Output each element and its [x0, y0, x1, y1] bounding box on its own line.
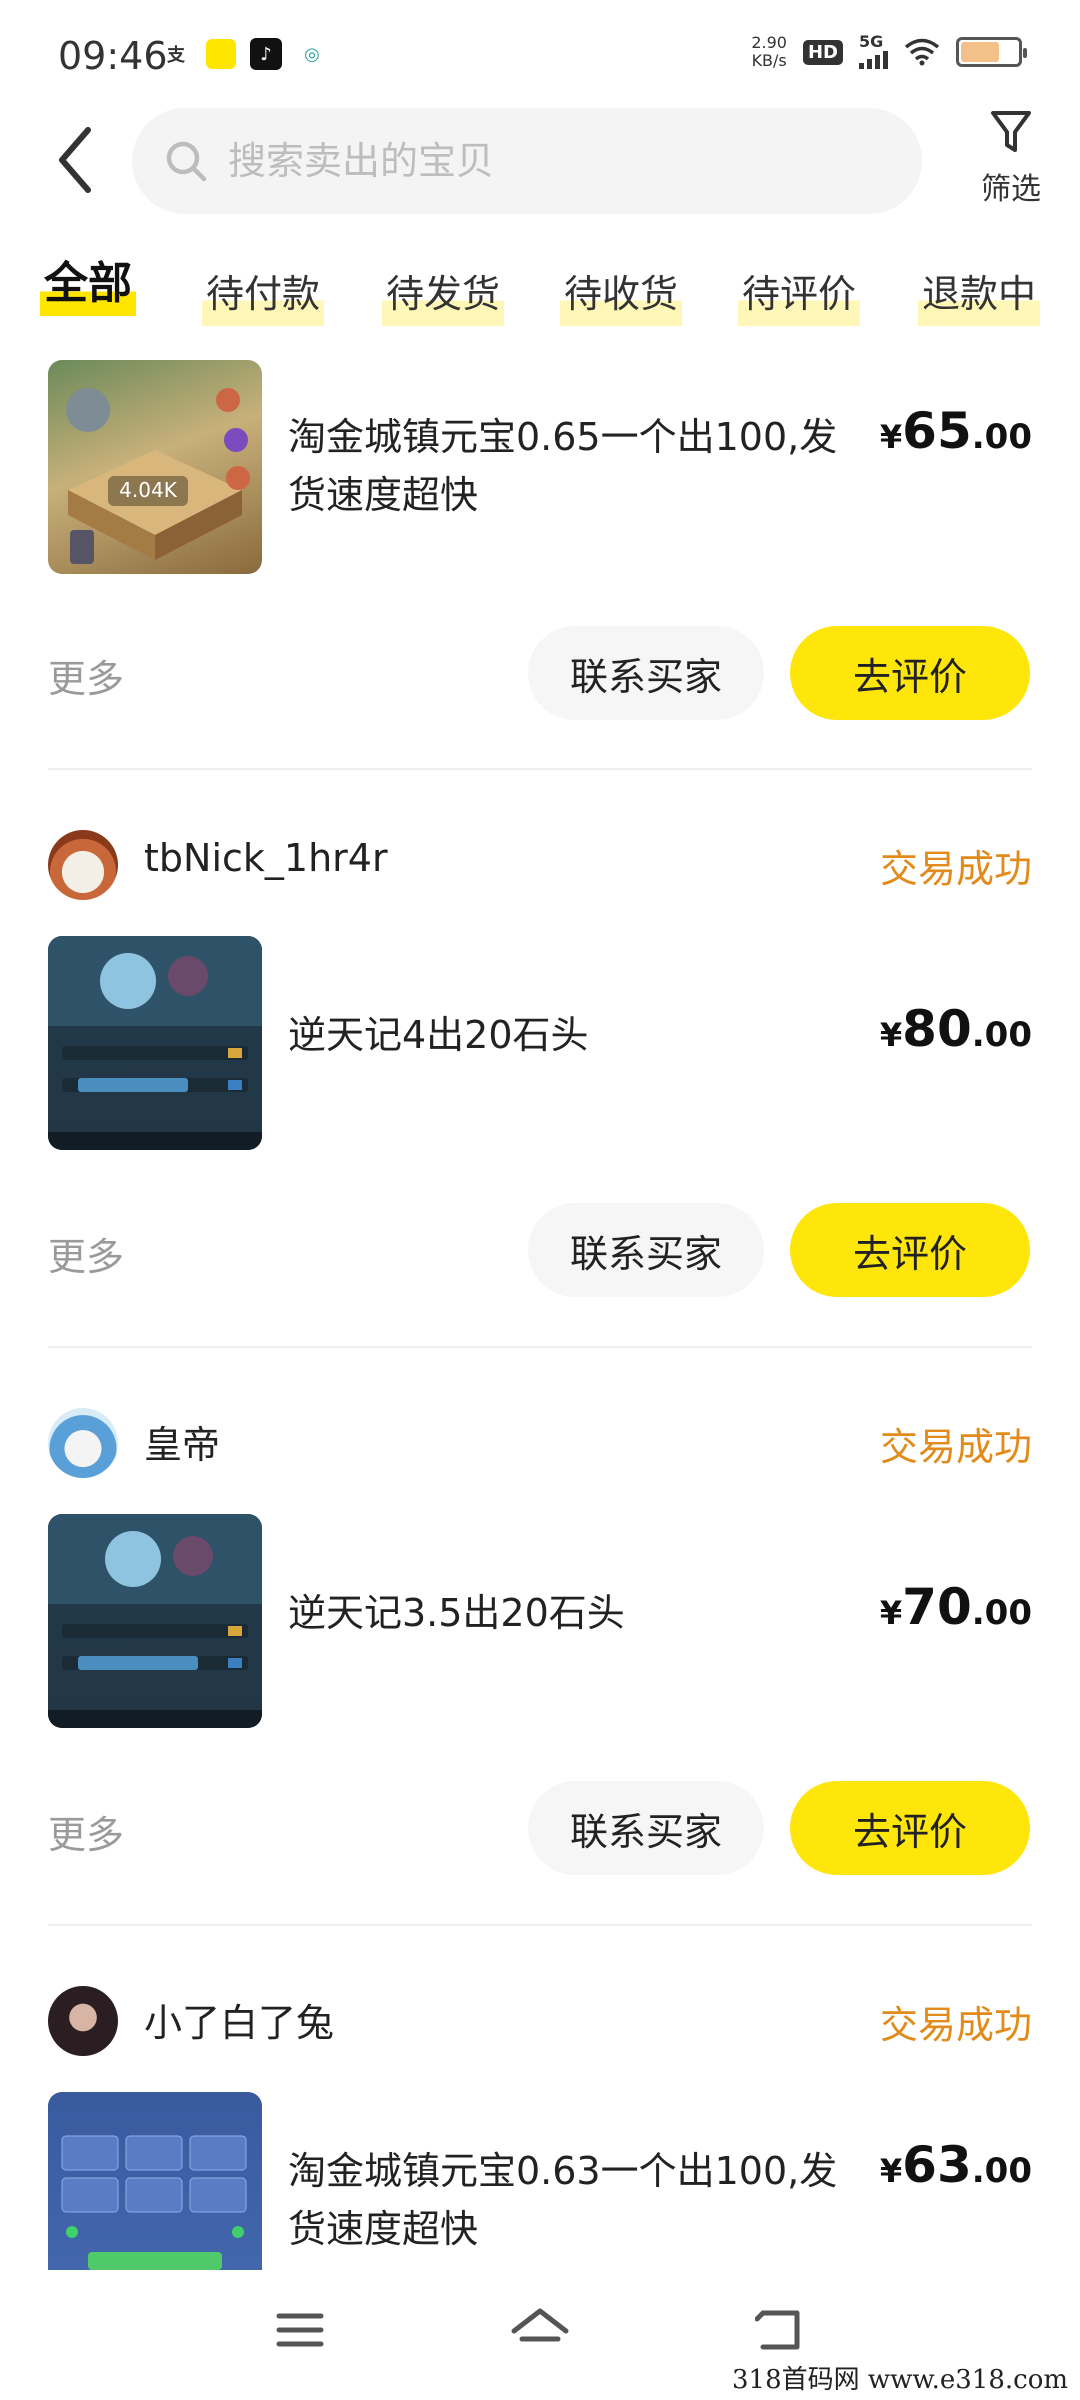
filter-label: 筛选	[981, 172, 1041, 207]
hd-icon: HD	[802, 39, 843, 65]
product-thumbnail[interactable]	[48, 936, 262, 1150]
tiktok-icon: ♪	[250, 38, 282, 70]
seller-row[interactable]: 小了白了兔 交易成功	[48, 1978, 1032, 2058]
system-nav-bar: 318首码网 www.e318.com	[0, 2270, 1080, 2400]
notification-icons: 支 ♪ ◎	[160, 38, 328, 70]
product-title[interactable]: 逆天记3.5出20石头	[288, 1584, 848, 1642]
tab-pending-receipt[interactable]: 待收货	[560, 262, 683, 326]
seller-row[interactable]: tbNick_1hr4r 交易成功	[48, 822, 1032, 902]
avatar	[48, 1408, 118, 1478]
tab-pending-review[interactable]: 待评价	[738, 262, 861, 326]
search-icon	[166, 141, 207, 182]
back-nav-button[interactable]	[740, 2290, 820, 2370]
signal-icon	[859, 49, 888, 69]
game-badge-text: 4.04K	[119, 478, 178, 502]
contact-buyer-button[interactable]: 联系买家	[528, 1203, 764, 1297]
home-button[interactable]	[500, 2290, 580, 2370]
filter-button[interactable]: 筛选	[966, 108, 1056, 208]
product-title[interactable]: 淘金城镇元宝0.65一个出100,发货速度超快	[288, 408, 848, 524]
product-price: ¥80.00	[879, 1000, 1032, 1058]
status-bar: 09:46 支 ♪ ◎ 2.90 KB/s HD 5G	[0, 0, 1080, 110]
divider	[48, 1924, 1032, 1926]
net-speed: 2.90 KB/s	[751, 34, 787, 70]
watermark: 318首码网 www.e318.com	[732, 2365, 1068, 2395]
product-price: ¥70.00	[879, 1578, 1032, 1636]
signal-5g: 5G	[859, 32, 888, 69]
product-title[interactable]: 淘金城镇元宝0.63一个出100,发货速度超快	[288, 2142, 848, 2258]
order-status: 交易成功	[879, 2003, 1032, 2047]
clock: 09:46	[58, 34, 168, 78]
net-speed-value: 2.90	[751, 33, 787, 52]
divider	[48, 768, 1032, 770]
avatar	[48, 830, 118, 900]
product-price: ¥65.00	[879, 402, 1032, 460]
more-link[interactable]: 更多	[48, 1226, 124, 1281]
chevron-left-icon	[59, 127, 91, 193]
product-price: ¥63.00	[879, 2136, 1032, 2194]
app-icon	[206, 39, 236, 69]
order-tabs: 全部 待付款 待发货 待收货 待评价 退款中	[0, 252, 1080, 332]
net-speed-unit: KB/s	[751, 51, 787, 70]
tab-refunding[interactable]: 退款中	[918, 262, 1041, 326]
divider	[48, 1346, 1032, 1348]
menu-button[interactable]	[260, 2290, 340, 2370]
alipay-icon: 支	[167, 45, 185, 66]
network-type: 5G	[859, 32, 884, 51]
seller-name: 小了白了兔	[144, 2001, 335, 2045]
return-icon	[755, 2310, 800, 2350]
tab-pending-payment[interactable]: 待付款	[202, 262, 325, 326]
rate-button[interactable]: 去评价	[790, 1781, 1030, 1875]
tab-all[interactable]: 全部	[40, 252, 136, 316]
contact-buyer-button[interactable]: 联系买家	[528, 626, 764, 720]
search-bar[interactable]	[132, 108, 922, 214]
game-screenshot-image	[48, 1514, 262, 1728]
game-screenshot-image	[48, 936, 262, 1150]
china-mobile-icon: ◎	[304, 43, 320, 65]
product-thumbnail[interactable]	[48, 2092, 262, 2270]
filter-icon	[991, 111, 1031, 152]
product-thumbnail[interactable]: 4.04K	[48, 360, 262, 574]
wifi-icon	[904, 38, 940, 66]
seller-name: tbNick_1hr4r	[144, 836, 388, 880]
order-status: 交易成功	[879, 1425, 1032, 1469]
product-thumbnail[interactable]	[48, 1514, 262, 1728]
more-link[interactable]: 更多	[48, 648, 124, 703]
search-input[interactable]	[226, 138, 790, 184]
battery-icon	[956, 37, 1027, 67]
product-title[interactable]: 逆天记4出20石头	[288, 1006, 848, 1064]
seller-row[interactable]: 皇帝 交易成功	[48, 1400, 1032, 1480]
game-scene-image: 4.04K	[66, 388, 250, 564]
menu-icon	[276, 2313, 324, 2347]
order-status: 交易成功	[879, 847, 1032, 891]
rate-button[interactable]: 去评价	[790, 626, 1030, 720]
avatar	[48, 1986, 118, 2056]
back-button[interactable]	[48, 120, 108, 200]
seller-name: 皇帝	[144, 1423, 221, 1467]
rate-button[interactable]: 去评价	[790, 1203, 1030, 1297]
game-screenshot-image	[61, 2135, 247, 2270]
home-icon	[511, 2308, 569, 2342]
tab-pending-shipment[interactable]: 待发货	[382, 262, 505, 326]
more-link[interactable]: 更多	[48, 1804, 124, 1859]
contact-buyer-button[interactable]: 联系买家	[528, 1781, 764, 1875]
